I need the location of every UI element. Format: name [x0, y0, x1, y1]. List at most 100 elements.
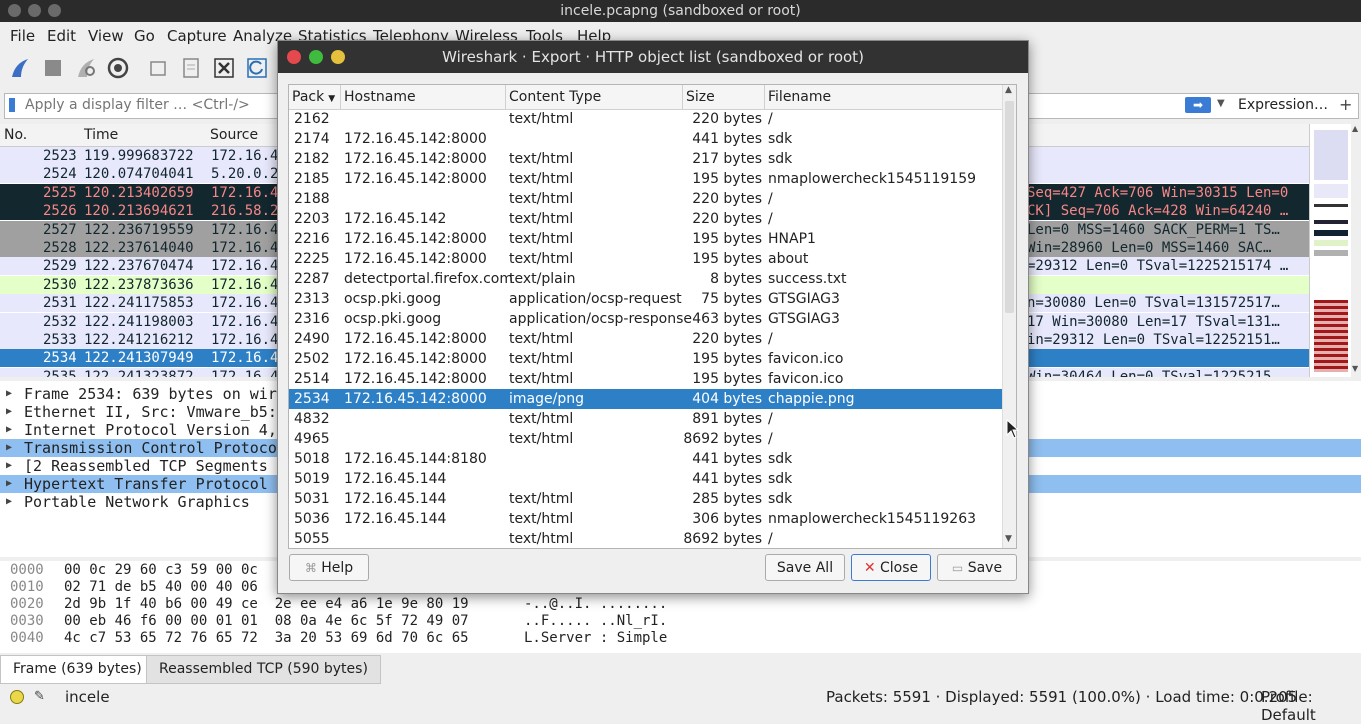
http-object-row[interactable]: 2225 172.16.45.142:8000 text/html 195 bytes…	[289, 249, 1002, 269]
http-object-row[interactable]: 4965 text/html 8692 bytes /	[289, 429, 1002, 449]
http-object-row[interactable]: 2490 172.16.45.142:8000 text/html 220 bytes…	[289, 329, 1002, 349]
expand-arrow-icon[interactable]: ▶	[6, 403, 12, 421]
expand-arrow-icon[interactable]: ▶	[6, 439, 12, 457]
packet-info: CK] Seq=706 Ack=428 Win=64240 …	[1027, 203, 1289, 220]
menu-capture[interactable]: Capture	[167, 27, 227, 45]
http-object-row[interactable]: 5055 text/html 8692 bytes /	[289, 529, 1002, 548]
cell-packet: 2185	[294, 171, 330, 187]
save-button[interactable]: ▭ Save	[937, 554, 1017, 581]
window-close-button[interactable]	[8, 4, 21, 17]
header-filename[interactable]: Filename	[765, 85, 1002, 109]
cell-size: 8 bytes	[710, 271, 762, 287]
capture-options-icon[interactable]	[106, 56, 130, 80]
main-title-bar: incele.pcapng (sandboxed or root)	[0, 0, 1361, 22]
http-object-row[interactable]: 2188 text/html 220 bytes /	[289, 189, 1002, 209]
save-all-button[interactable]: Save All	[765, 554, 845, 581]
bookmark-icon[interactable]	[9, 98, 15, 112]
header-content-type[interactable]: Content Type	[506, 85, 683, 109]
header-hostname[interactable]: Hostname	[341, 85, 506, 109]
cell-content-type: text/html	[509, 531, 574, 547]
menu-view[interactable]: View	[88, 27, 124, 45]
cell-filename: success.txt	[768, 271, 847, 287]
close-button[interactable]: ✕ Close	[851, 554, 931, 581]
http-object-row[interactable]: 2287 detectportal.firefox.com text/plain 8 …	[289, 269, 1002, 289]
header-packet[interactable]: Pack ▼	[289, 85, 341, 109]
dialog-maximize-dot[interactable]	[309, 50, 323, 64]
http-object-row[interactable]: 2162 text/html 220 bytes /	[289, 109, 1002, 129]
save-file-icon[interactable]	[179, 56, 203, 80]
expand-arrow-icon[interactable]: ▶	[6, 493, 12, 511]
close-file-icon[interactable]	[212, 56, 236, 80]
details-item-label: Transmission Control Protoco	[24, 439, 277, 457]
expand-arrow-icon[interactable]: ▶	[6, 421, 12, 439]
http-object-row[interactable]: 2182 172.16.45.142:8000 text/html 217 bytes…	[289, 149, 1002, 169]
packet-no: 2527	[43, 221, 77, 238]
status-bar: ✎ incele Packets: 5591 · Displayed: 5591…	[0, 686, 1361, 724]
cell-filename: about	[768, 251, 809, 267]
restart-capture-icon[interactable]	[74, 56, 98, 80]
http-object-row[interactable]: 2313 ocsp.pki.goog application/ocsp-reques…	[289, 289, 1002, 309]
packet-list-scrollbar[interactable]: ▲ ▼	[1351, 124, 1361, 377]
bytes-tabs: Frame (639 bytes) Reassembled TCP (590 b…	[0, 655, 1361, 684]
cell-packet: 4832	[294, 411, 330, 427]
http-object-row[interactable]: 5019 172.16.45.144 441 bytes sdk	[289, 469, 1002, 489]
packet-info: Seq=427 Ack=706 Win=30315 Len=0	[1027, 184, 1289, 201]
help-button[interactable]: ⌘ Help	[289, 554, 369, 581]
menu-go[interactable]: Go	[134, 27, 155, 45]
http-object-row[interactable]: 2316 ocsp.pki.goog application/ocsp-respon…	[289, 309, 1002, 329]
http-object-row[interactable]: 2534 172.16.45.142:8000 image/png 404 bytes…	[289, 389, 1002, 409]
column-time[interactable]: Time	[84, 127, 118, 143]
packet-no: 2533	[43, 332, 77, 348]
packet-no: 2526	[43, 203, 77, 220]
packet-time: 122.241323872	[84, 368, 194, 377]
dialog-table-scrollbar[interactable]: ▲ ▼	[1002, 85, 1016, 548]
cell-size: 195 bytes	[692, 251, 762, 267]
start-capture-icon[interactable]	[8, 56, 32, 80]
cell-filename: sdk	[768, 491, 793, 507]
http-object-row[interactable]: 2174 172.16.45.142:8000 441 bytes sdk	[289, 129, 1002, 149]
expand-arrow-icon[interactable]: ▶	[6, 385, 12, 403]
packet-time: 122.237670474	[84, 258, 194, 275]
tab-frame[interactable]: Frame (639 bytes)	[0, 655, 155, 684]
expand-arrow-icon[interactable]: ▶	[6, 475, 12, 493]
dialog-minimize-dot[interactable]	[331, 50, 345, 64]
column-source[interactable]: Source	[210, 127, 258, 143]
filter-history-dropdown-icon[interactable]: ▼	[1217, 98, 1225, 109]
bytes-offset: 0000	[10, 562, 44, 578]
window-minimize-button[interactable]	[28, 4, 41, 17]
http-object-row[interactable]: 2514 172.16.45.142:8000 text/html 195 bytes…	[289, 369, 1002, 389]
http-object-row[interactable]: 2502 172.16.45.142:8000 text/html 195 bytes…	[289, 349, 1002, 369]
http-object-row[interactable]: 5036 172.16.45.144 text/html 306 bytes nmapl…	[289, 509, 1002, 529]
http-object-row[interactable]: 2185 172.16.45.142:8000 text/html 195 bytes…	[289, 169, 1002, 189]
menu-file[interactable]: File	[10, 27, 35, 45]
tab-reassembled-tcp[interactable]: Reassembled TCP (590 bytes)	[146, 655, 381, 684]
cell-filename: HNAP1	[768, 231, 816, 247]
apply-filter-arrow-icon[interactable]: ➡	[1185, 97, 1211, 113]
dialog-scrollbar-thumb[interactable]	[1005, 101, 1014, 313]
packet-minimap[interactable]	[1309, 124, 1352, 377]
http-object-row[interactable]: 4832 text/html 891 bytes /	[289, 409, 1002, 429]
http-object-row[interactable]: 5018 172.16.45.144:8180 441 bytes sdk	[289, 449, 1002, 469]
cell-filename: /	[768, 191, 773, 207]
column-no[interactable]: No.	[4, 127, 27, 143]
header-size[interactable]: Size	[683, 85, 765, 109]
dialog-close-dot[interactable]	[287, 50, 301, 64]
open-file-icon[interactable]	[146, 56, 170, 80]
stop-capture-icon[interactable]	[41, 56, 65, 80]
reload-file-icon[interactable]	[245, 56, 269, 80]
cell-hostname: 172.16.45.142:8000	[344, 171, 487, 187]
expert-info-icon[interactable]	[10, 690, 24, 704]
add-filter-button[interactable]: +	[1339, 95, 1352, 114]
capture-comment-icon[interactable]: ✎	[34, 689, 45, 704]
menu-edit[interactable]: Edit	[47, 27, 76, 45]
http-object-row[interactable]: 5031 172.16.45.144 text/html 285 bytes sdk	[289, 489, 1002, 509]
packet-source: 172.16.4	[211, 221, 279, 238]
http-object-row[interactable]: 2216 172.16.45.142:8000 text/html 195 bytes…	[289, 229, 1002, 249]
status-profile[interactable]: Profile: Default	[1261, 688, 1361, 724]
http-object-row[interactable]: 2203 172.16.45.142 text/html 220 bytes /	[289, 209, 1002, 229]
sort-indicator-icon: ▼	[328, 94, 336, 104]
window-maximize-button[interactable]	[48, 4, 61, 17]
cell-size: 441 bytes	[692, 451, 762, 467]
expression-button[interactable]: Expression…	[1238, 97, 1328, 113]
expand-arrow-icon[interactable]: ▶	[6, 457, 12, 475]
